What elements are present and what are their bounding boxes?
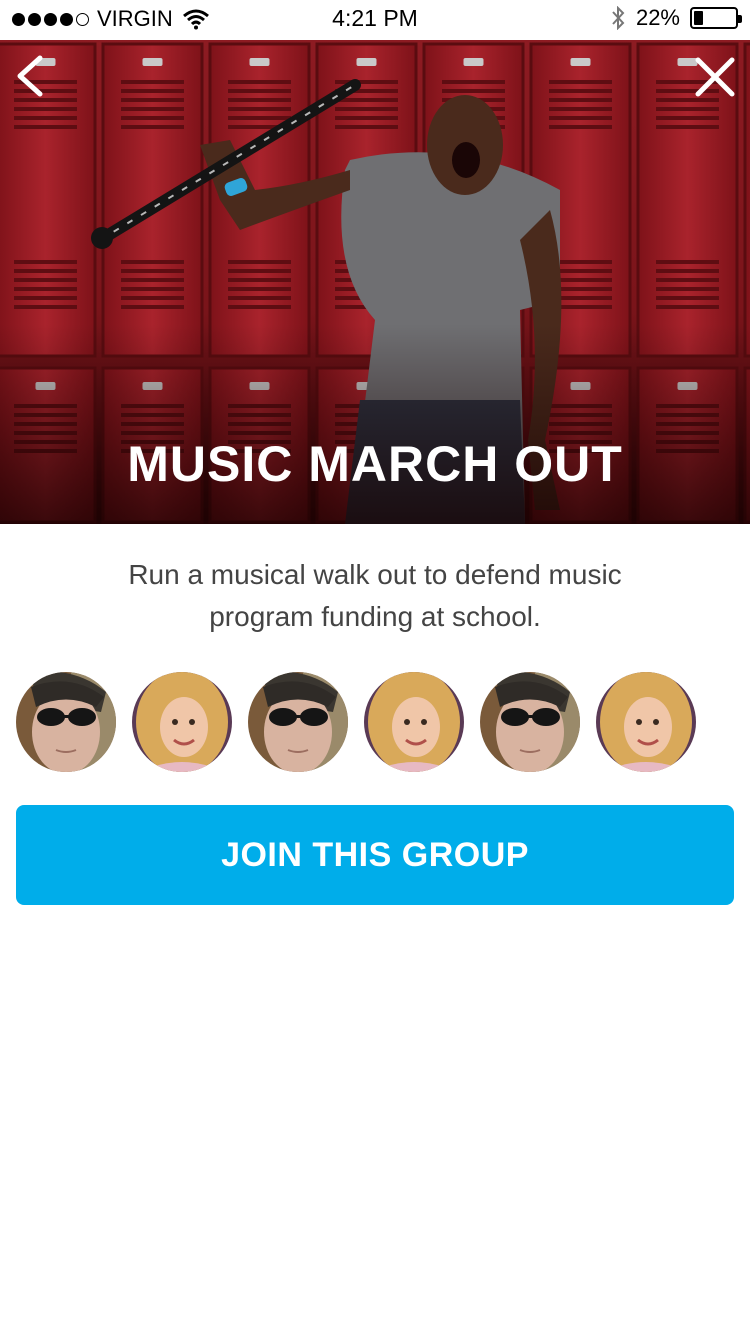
- battery-icon: [690, 7, 742, 29]
- member-avatar[interactable]: [364, 672, 464, 772]
- status-bar: VIRGIN 4:21 PM 22%: [0, 0, 750, 40]
- close-icon[interactable]: [692, 54, 738, 100]
- battery-percent: 22%: [635, 5, 680, 30]
- group-title: MUSIC MARCH OUT: [127, 436, 623, 492]
- chevron-left-icon[interactable]: [10, 54, 50, 98]
- member-avatar[interactable]: [480, 672, 580, 772]
- hero-image: MUSIC MARCH OUT: [0, 40, 750, 524]
- join-group-button[interactable]: JOIN THIS GROUP: [16, 805, 734, 905]
- group-description: Run a musical walk out to defend music p…: [128, 559, 622, 632]
- member-avatar[interactable]: [132, 672, 232, 772]
- status-right: 22%: [610, 5, 742, 31]
- member-avatar[interactable]: [16, 672, 116, 772]
- member-avatars: [16, 672, 696, 772]
- bluetooth-icon: [612, 6, 625, 30]
- member-avatar[interactable]: [248, 672, 348, 772]
- member-avatar[interactable]: [596, 672, 696, 772]
